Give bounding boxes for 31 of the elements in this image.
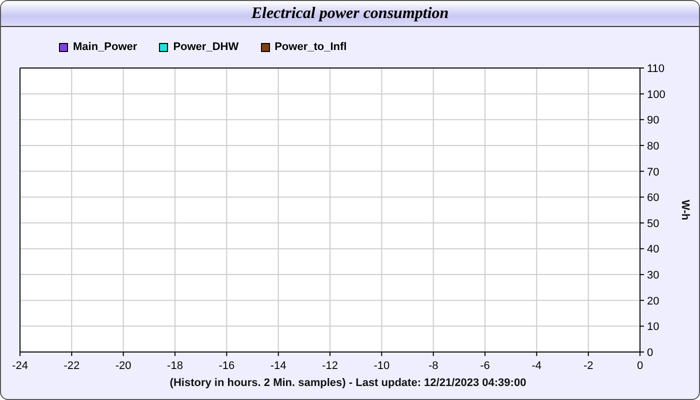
y-tick-label: 90	[647, 114, 660, 127]
x-tick-label: -4	[532, 360, 542, 372]
y-axis-title: W-h	[679, 200, 691, 220]
x-tick-label: 0	[636, 360, 644, 372]
x-tick-label: -18	[167, 360, 183, 372]
y-tick-label: 80	[647, 140, 660, 152]
y-tick-label: 110	[647, 63, 665, 75]
y-tick-label: 100	[647, 88, 666, 101]
legend-label: Power_to_Infl	[274, 41, 347, 53]
x-tick-label: -12	[322, 360, 338, 372]
legend-label: Main_Power	[73, 41, 138, 53]
x-axis-title: (History in hours. 2 Min. samples) - Last update: 12/21/2023 04:39:00	[170, 377, 526, 389]
y-tick-label: 20	[647, 295, 660, 308]
x-tick-label: -14	[270, 360, 286, 372]
y-tick-label: 40	[647, 244, 660, 256]
x-tick-label: -20	[115, 360, 132, 372]
y-tick-label: 60	[647, 192, 660, 204]
y-tick-label: 0	[647, 347, 654, 359]
x-tick-label: -8	[428, 360, 438, 372]
x-tick-label: -10	[374, 360, 390, 372]
window-title: Electrical power consumption	[1, 1, 699, 27]
y-tick-label: 30	[647, 270, 660, 282]
x-tick-label: -16	[218, 360, 235, 372]
legend-label: Power_DHW	[173, 41, 239, 53]
y-tick-label: 70	[647, 166, 660, 178]
x-tick-label: -22	[64, 360, 80, 372]
x-tick-label: -6	[480, 360, 490, 372]
x-tick-label: -24	[12, 360, 28, 372]
y-tick-label: 10	[647, 321, 660, 334]
x-tick-label: -2	[583, 360, 594, 372]
y-tick-label: 50	[647, 218, 660, 230]
